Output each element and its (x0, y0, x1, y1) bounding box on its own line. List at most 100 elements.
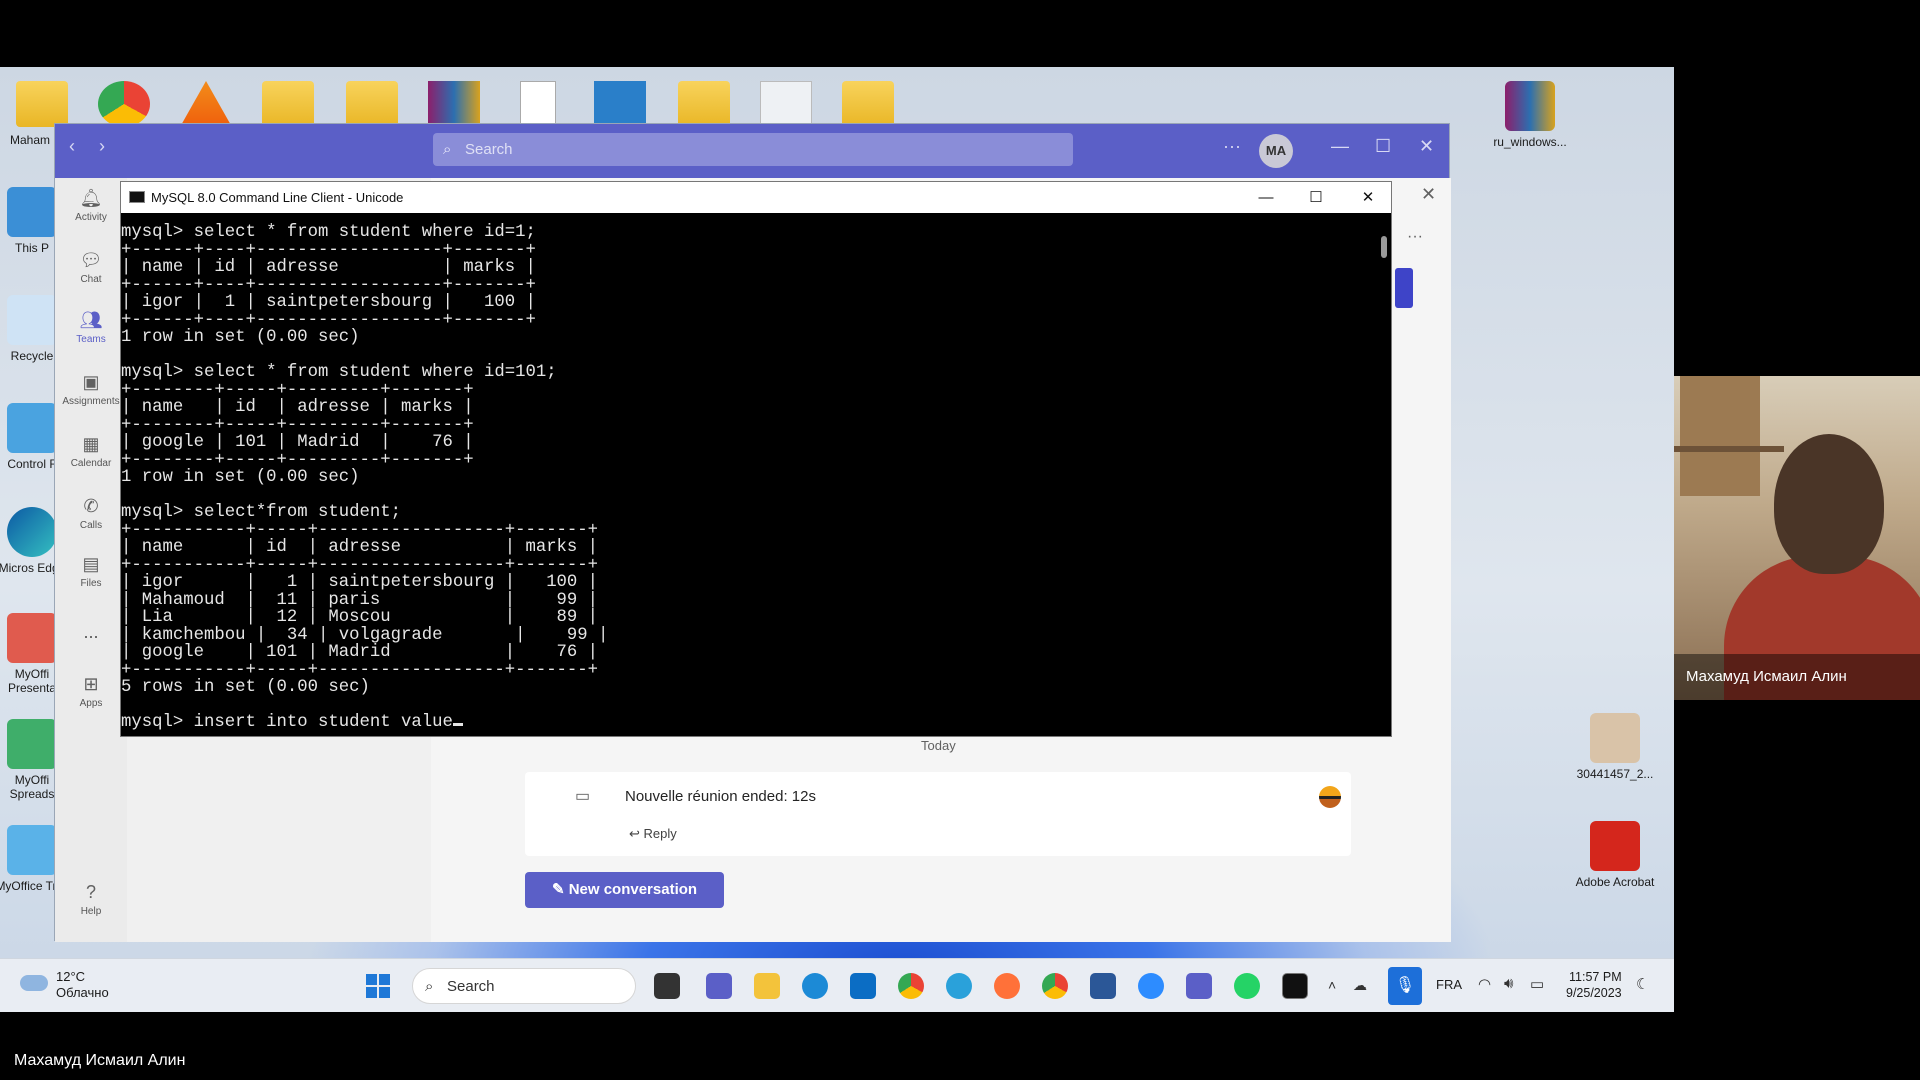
acrobat-icon (1590, 821, 1640, 871)
console-line: +------+----+------------------+-------+ (121, 275, 536, 295)
screenshot-file-icon[interactable] (760, 81, 812, 127)
battery-icon[interactable]: ▭ (1530, 975, 1544, 993)
wifi-icon[interactable]: ◠ (1478, 975, 1491, 993)
monitor-icon (7, 187, 57, 237)
console-line: +-----------+-----+------------------+--… (121, 555, 599, 575)
compose-icon: ✎ (551, 881, 569, 898)
chevron-up-icon[interactable]: ˄ (1328, 977, 1336, 993)
rail-apps[interactable]: ⊞ Apps (55, 674, 127, 709)
onedrive-icon[interactable]: ☁ (1353, 977, 1367, 994)
close-icon[interactable]: ✕ (1419, 136, 1434, 157)
console-text: mysql> select * from student where id=1;… (121, 224, 1371, 732)
console-line: 5 rows in set (0.00 sec) (121, 678, 370, 697)
desktop-icon-ru-windows[interactable]: ru_windows... (1490, 81, 1570, 149)
minimize-icon[interactable]: — (1331, 136, 1349, 157)
whatsapp-icon[interactable] (1234, 973, 1260, 999)
presentation-icon (7, 613, 57, 663)
rail-more[interactable]: ... (55, 622, 127, 643)
teams-chat-icon[interactable] (706, 973, 732, 999)
teams-icon[interactable] (1186, 973, 1212, 999)
rail-assignments[interactable]: ▣ Assignments (55, 372, 127, 407)
console-line: mysql> select*from student; (121, 503, 402, 522)
weather-widget[interactable]: 12°C Облачно (20, 969, 109, 1001)
reply-button[interactable]: ↩ Reply (629, 826, 677, 842)
teams-search-input[interactable]: ⌕ Search (433, 133, 1073, 166)
folder-icon[interactable] (842, 81, 894, 127)
chat-icon: 💬︎ (79, 250, 103, 270)
firefox-icon[interactable] (994, 973, 1020, 999)
zoom-icon[interactable] (1138, 973, 1164, 999)
folder-icon[interactable] (262, 81, 314, 127)
edge-icon[interactable] (802, 973, 828, 999)
participant-name: Махамуд Исмаил Алин (1674, 654, 1920, 700)
teams-titlebar: ‹ › ⌕ Search ··· MA — ☐ ✕ (55, 124, 1449, 178)
avatar[interactable]: MA (1259, 134, 1293, 168)
teams-app-rail: 🔔︎ Activity 💬︎ Chat 👥︎ Teams ▣ Assignments ▦… (55, 178, 127, 942)
file-explorer-icon[interactable] (754, 973, 780, 999)
taskbar-search[interactable]: ⌕ Search (412, 968, 636, 1004)
forward-arrow-icon[interactable]: › (99, 136, 105, 157)
rail-teams[interactable]: 👥︎ Teams (55, 310, 127, 345)
new-conversation-button[interactable]: ✎ New conversation (525, 872, 724, 908)
microphone-icon[interactable]: 🎙︎ (1388, 967, 1422, 1005)
user-folder-icon[interactable] (16, 81, 68, 127)
rail-calendar[interactable]: ▦ Calendar (55, 434, 127, 469)
back-arrow-icon[interactable]: ‹ (69, 136, 75, 157)
word-icon[interactable] (1090, 973, 1116, 999)
folder-icon[interactable] (678, 81, 730, 127)
mysql-console-taskbar-icon[interactable] (1282, 973, 1308, 999)
vlc-icon[interactable] (180, 81, 232, 127)
teams-icon: 👥︎ (79, 310, 103, 330)
close-icon[interactable]: ✕ (1421, 184, 1436, 205)
console-line: | igor | 1 | saintpetersbourg | 100 | (121, 293, 536, 312)
console-line: 1 row in set (0.00 sec) (121, 468, 360, 487)
presenter-caption: Махамуд Исмаил Алин (14, 1052, 186, 1069)
scrollbar-thumb[interactable] (1381, 236, 1387, 258)
console-input-line[interactable]: mysql> insert into student value (121, 714, 1371, 732)
reply-icon: ↩ (629, 826, 644, 841)
folder-icon[interactable] (346, 81, 398, 127)
rail-calls[interactable]: ✆ Calls (55, 496, 127, 531)
side-panel-button[interactable] (1395, 268, 1413, 308)
close-icon[interactable]: ✕ (1343, 182, 1393, 213)
store-icon[interactable] (850, 973, 876, 999)
document-icon[interactable] (520, 81, 556, 127)
more-options-icon[interactable]: ··· (1407, 228, 1423, 246)
task-view-icon[interactable] (654, 973, 680, 999)
console-app-icon (129, 191, 145, 203)
more-icon: ... (83, 622, 99, 642)
text-cursor (452, 723, 463, 726)
desktop-icon-adobe-acrobat[interactable]: Adobe Acrobat (1575, 821, 1655, 889)
console-line: +------+----+------------------+-------+ (121, 310, 536, 330)
desktop-icon-image-file[interactable]: 30441457_2... (1575, 713, 1655, 781)
meeting-ended-card: ▭ Nouvelle réunion ended: 12s ↩ Reply (525, 772, 1351, 856)
rail-chat[interactable]: 💬︎ Chat (55, 250, 127, 285)
maximize-icon[interactable]: ☐ (1291, 182, 1341, 213)
console-output[interactable]: mysql> select * from student where id=1;… (121, 213, 1371, 737)
winrar-icon[interactable] (428, 81, 480, 127)
phone-icon: ✆ (83, 496, 99, 516)
clock[interactable]: 11:57 PM 9/25/2023 (1566, 969, 1622, 1001)
rail-activity[interactable]: 🔔︎ Activity (55, 188, 127, 223)
console-line: | Mahamoud | 11 | paris | 99 | (121, 590, 599, 610)
rail-files[interactable]: ▤ Files (55, 554, 127, 589)
start-button[interactable] (366, 974, 390, 998)
chrome-icon[interactable] (1042, 973, 1068, 999)
notifications-icon[interactable]: ☾ (1636, 975, 1649, 993)
console-line: | google | 101 | Madrid | 76 | (121, 643, 599, 662)
volume-icon[interactable]: 🔊︎ (1504, 975, 1513, 992)
more-options-icon[interactable]: ··· (1223, 136, 1241, 157)
app-shortcut-icon[interactable] (594, 81, 646, 127)
minimize-icon[interactable]: — (1241, 182, 1291, 213)
telegram-icon[interactable] (946, 973, 972, 999)
chrome-icon[interactable] (98, 81, 150, 127)
participant-video-tile: Махамуд Исмаил Алин (1674, 376, 1920, 700)
maximize-icon[interactable]: ☐ (1375, 136, 1391, 157)
input-language[interactable]: FRA (1436, 977, 1462, 992)
rail-help[interactable]: ? Help (55, 882, 127, 917)
console-line: | google | 101 | Madrid | 76 | (121, 433, 474, 452)
bell-icon: 🔔︎ (79, 188, 103, 208)
chrome-icon[interactable] (898, 973, 924, 999)
